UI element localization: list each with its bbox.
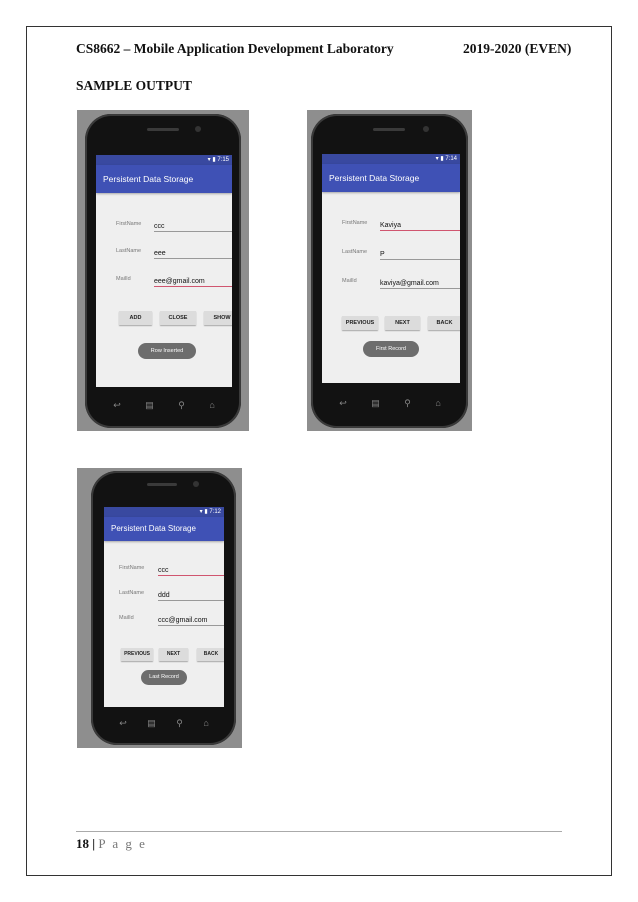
toast-message: Row Inserted [138,343,196,359]
page-number: 18 [76,836,89,851]
phone-screen: ▾ ▮ 7:15 Persistent Data Storage FirstNa… [96,155,232,387]
field-mail-id: MailId eee@gmail.com [96,276,232,292]
menu-icon[interactable]: ▤ [147,718,156,729]
phone-screen: ▾ ▮ 7:14 Persistent Data Storage FirstNa… [322,154,460,383]
screenshot-1: ▾ ▮ 7:15 Persistent Data Storage FirstNa… [77,110,249,431]
app-title: Persistent Data Storage [104,517,224,541]
field-last-name: LastName ddd [104,590,224,606]
home-icon[interactable]: ⌂ [203,718,208,728]
field-label: MailId [342,278,357,284]
phone-earpiece [147,483,177,486]
close-button[interactable]: CLOSE [160,311,196,325]
nav-bar: ↩ ▤ ⚲ ⌂ [101,396,227,414]
status-bar: ▾ ▮ 7:14 [322,154,460,164]
field-label: MailId [119,615,134,621]
page-footer: 18 | P a g e [76,836,147,852]
wifi-battery-icon: ▾ ▮ [435,156,446,162]
previous-button[interactable]: PREVIOUS [342,316,378,330]
field-input[interactable]: eee [154,250,232,259]
phone-earpiece [373,128,405,131]
app-title: Persistent Data Storage [322,164,460,192]
field-input[interactable]: P [380,251,460,260]
phone-body: ▾ ▮ 7:15 Persistent Data Storage FirstNa… [85,114,241,428]
field-label: FirstName [119,565,145,571]
field-input[interactable]: Kaviya [380,222,460,231]
field-input[interactable]: ccc@gmail.com [158,617,224,626]
status-time: 7:15 [217,157,229,163]
footer-separator: | [89,836,99,851]
show-button[interactable]: SHOW [204,311,232,325]
menu-icon[interactable]: ▤ [145,400,154,411]
phone-screen: ▾ ▮ 7:12 Persistent Data Storage FirstNa… [104,507,224,707]
field-input[interactable]: eee@gmail.com [154,278,232,287]
field-label: LastName [342,249,368,255]
back-icon[interactable]: ↩ [339,398,347,409]
status-time: 7:12 [209,509,221,515]
phone-camera [193,481,199,487]
wifi-battery-icon: ▾ ▮ [207,157,218,163]
phone-earpiece [147,128,179,131]
back-icon[interactable]: ↩ [119,718,127,729]
phone-camera [423,126,429,132]
phone-body: ▾ ▮ 7:14 Persistent Data Storage FirstNa… [311,114,468,428]
status-bar: ▾ ▮ 7:15 [96,155,232,165]
field-last-name: LastName P [322,249,460,265]
header-academic-year: 2019-2020 (EVEN) [463,41,572,56]
app-title: Persistent Data Storage [96,165,232,193]
previous-button[interactable]: PREVIOUS [121,648,153,661]
field-input[interactable]: kaviya@gmail.com [380,280,460,289]
back-icon[interactable]: ↩ [113,400,121,411]
add-button[interactable]: ADD [119,311,152,325]
field-label: FirstName [116,221,142,227]
field-label: LastName [116,248,142,254]
field-mail-id: MailId kaviya@gmail.com [322,278,460,294]
status-bar: ▾ ▮ 7:12 [104,507,224,517]
toast-message: Last Record [141,670,187,685]
screenshot-2: ▾ ▮ 7:14 Persistent Data Storage FirstNa… [307,110,472,431]
field-first-name: FirstName ccc [96,221,232,237]
back-button[interactable]: BACK [428,316,460,330]
field-label: FirstName [342,220,368,226]
wifi-battery-icon: ▾ ▮ [199,509,210,515]
status-time: 7:14 [445,156,457,162]
footer-divider [76,831,562,832]
field-input[interactable]: ddd [158,592,224,601]
section-title: SAMPLE OUTPUT [76,78,192,93]
home-icon[interactable]: ⌂ [209,400,214,410]
home-icon[interactable]: ⌂ [435,398,440,408]
search-icon[interactable]: ⚲ [178,400,185,411]
phone-camera [195,126,201,132]
search-icon[interactable]: ⚲ [176,718,183,729]
field-first-name: FirstName Kaviya [322,220,460,236]
menu-icon[interactable]: ▤ [371,398,380,409]
next-button[interactable]: NEXT [159,648,188,661]
field-label: MailId [116,276,131,282]
page-label: P a g e [98,836,147,851]
screenshot-3: ▾ ▮ 7:12 Persistent Data Storage FirstNa… [77,468,242,748]
nav-bar: ↩ ▤ ⚲ ⌂ [327,394,453,412]
next-button[interactable]: NEXT [385,316,420,330]
field-first-name: FirstName ccc [104,565,224,581]
field-last-name: LastName eee [96,248,232,264]
header-course-title: CS8662 – Mobile Application Development … [76,41,394,56]
toast-message: First Record [363,341,419,357]
field-label: LastName [119,590,145,596]
back-button[interactable]: BACK [197,648,224,661]
field-mail-id: MailId ccc@gmail.com [104,615,224,631]
search-icon[interactable]: ⚲ [404,398,411,409]
phone-body: ▾ ▮ 7:12 Persistent Data Storage FirstNa… [91,471,236,745]
field-input[interactable]: ccc [154,223,232,232]
field-input[interactable]: ccc [158,567,224,576]
nav-bar: ↩ ▤ ⚲ ⌂ [109,715,219,731]
